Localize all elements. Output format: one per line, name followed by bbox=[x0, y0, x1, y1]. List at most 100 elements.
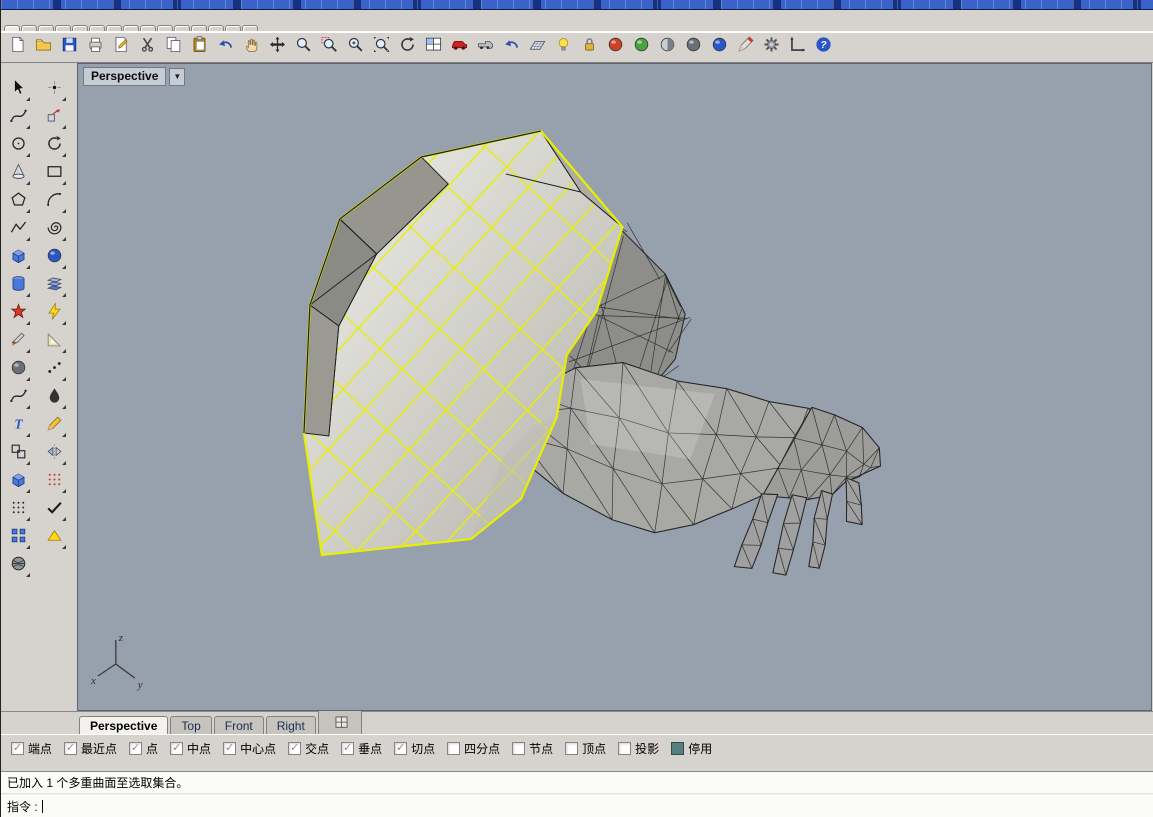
knife-button[interactable] bbox=[4, 329, 32, 355]
viewport-tab[interactable]: Top bbox=[170, 716, 211, 734]
osnap-checkbox[interactable] bbox=[671, 742, 684, 755]
viewport-title-label[interactable]: Perspective bbox=[83, 67, 166, 86]
point-button[interactable] bbox=[40, 77, 68, 103]
osnap-checkbox[interactable] bbox=[223, 742, 236, 755]
padlock-button[interactable] bbox=[577, 35, 602, 60]
corner-ruler-button[interactable] bbox=[785, 35, 810, 60]
cut-button[interactable] bbox=[135, 35, 160, 60]
print-button[interactable] bbox=[83, 35, 108, 60]
osnap-toggle[interactable]: 端点 bbox=[11, 740, 52, 757]
red-sphere-button[interactable] bbox=[603, 35, 628, 60]
osnap-checkbox[interactable] bbox=[618, 742, 631, 755]
zoom-target-button[interactable] bbox=[343, 35, 368, 60]
viewport-tab[interactable]: Front bbox=[214, 716, 264, 734]
dark-sphere-button[interactable] bbox=[681, 35, 706, 60]
zoom-window-button[interactable] bbox=[317, 35, 342, 60]
copy-button[interactable] bbox=[161, 35, 186, 60]
toolbar-tab[interactable] bbox=[89, 25, 105, 31]
move-box-button[interactable] bbox=[40, 105, 68, 131]
pan-hand-button[interactable] bbox=[239, 35, 264, 60]
array-button[interactable] bbox=[4, 525, 32, 551]
toolbar-tab[interactable] bbox=[140, 25, 156, 31]
osnap-toggle[interactable]: 四分点 bbox=[447, 740, 500, 757]
osnap-toggle[interactable]: 切点 bbox=[394, 740, 435, 757]
viewport-tab[interactable]: Right bbox=[266, 716, 316, 734]
osnap-checkbox[interactable] bbox=[288, 742, 301, 755]
osnap-checkbox[interactable] bbox=[129, 742, 142, 755]
osnap-toggle[interactable]: 垂点 bbox=[341, 740, 382, 757]
menu-bar-clipped[interactable] bbox=[1, 0, 1153, 10]
toolbar-tab[interactable] bbox=[55, 25, 71, 31]
osnap-toggle[interactable]: 中点 bbox=[170, 740, 211, 757]
command-input-line[interactable]: 指令 : bbox=[1, 794, 1153, 817]
osnap-toggle[interactable]: 交点 bbox=[288, 740, 329, 757]
red-grid-button[interactable] bbox=[40, 469, 68, 495]
toolbar-tab[interactable] bbox=[106, 25, 122, 31]
polyline-button[interactable] bbox=[4, 217, 32, 243]
cylinder-button[interactable] bbox=[4, 273, 32, 299]
blue-sphere-button[interactable] bbox=[707, 35, 732, 60]
lightning-button[interactable] bbox=[40, 301, 68, 327]
rotate-view-button[interactable] bbox=[395, 35, 420, 60]
dark-sphere-button[interactable] bbox=[4, 357, 32, 383]
question-button[interactable]: ? bbox=[811, 35, 836, 60]
star-button[interactable] bbox=[4, 301, 32, 327]
toolbar-tab[interactable] bbox=[242, 25, 258, 31]
text-button[interactable]: T bbox=[4, 413, 32, 439]
cursor-button[interactable] bbox=[4, 77, 32, 103]
osnap-checkbox[interactable] bbox=[170, 742, 183, 755]
undo-view-button[interactable] bbox=[499, 35, 524, 60]
polygon-button[interactable] bbox=[4, 189, 32, 215]
rotate-button[interactable] bbox=[40, 133, 68, 159]
pencil-page-button[interactable] bbox=[109, 35, 134, 60]
osnap-toggle[interactable]: 中心点 bbox=[223, 740, 276, 757]
osnap-toggle[interactable]: 最近点 bbox=[64, 740, 117, 757]
circle-button[interactable] bbox=[4, 133, 32, 159]
osnap-checkbox[interactable] bbox=[341, 742, 354, 755]
arc-button[interactable] bbox=[40, 189, 68, 215]
cplane-grid-button[interactable] bbox=[525, 35, 550, 60]
open-folder-button[interactable] bbox=[31, 35, 56, 60]
half-sphere-button[interactable] bbox=[655, 35, 680, 60]
control-curve-button[interactable] bbox=[4, 105, 32, 131]
paste-button[interactable] bbox=[187, 35, 212, 60]
toolbar-tab[interactable] bbox=[38, 25, 54, 31]
toolbar-tab[interactable] bbox=[191, 25, 207, 31]
osnap-toggle[interactable]: 停用 bbox=[671, 740, 712, 757]
viewport-tab[interactable] bbox=[318, 709, 362, 734]
toolbar-tab[interactable] bbox=[157, 25, 173, 31]
viewport-tab[interactable]: Perspective bbox=[79, 716, 168, 734]
three-dots-button[interactable] bbox=[40, 357, 68, 383]
mirror-button[interactable] bbox=[40, 441, 68, 467]
drop-button[interactable] bbox=[40, 385, 68, 411]
surface-cube-button[interactable] bbox=[4, 469, 32, 495]
perspective-viewport[interactable]: Perspective ▼ zxy bbox=[77, 63, 1152, 711]
green-sphere-button[interactable] bbox=[629, 35, 654, 60]
osnap-toggle[interactable]: 投影 bbox=[618, 740, 659, 757]
cube-button[interactable] bbox=[4, 245, 32, 271]
toolbar-tab[interactable] bbox=[123, 25, 139, 31]
gray-truck-button[interactable] bbox=[473, 35, 498, 60]
cone-button[interactable] bbox=[4, 161, 32, 187]
osnap-checkbox[interactable] bbox=[11, 742, 24, 755]
osnap-checkbox[interactable] bbox=[512, 742, 525, 755]
gear-button[interactable] bbox=[759, 35, 784, 60]
group-button[interactable] bbox=[4, 441, 32, 467]
osnap-checkbox[interactable] bbox=[447, 742, 460, 755]
red-pen-button[interactable] bbox=[733, 35, 758, 60]
osnap-toggle[interactable]: 顶点 bbox=[565, 740, 606, 757]
bulb-button[interactable] bbox=[551, 35, 576, 60]
move-button[interactable] bbox=[265, 35, 290, 60]
toolbar-tab[interactable] bbox=[4, 25, 20, 31]
red-car-button[interactable] bbox=[447, 35, 472, 60]
hook-curve-button[interactable] bbox=[4, 385, 32, 411]
viewport-title-menu-icon[interactable]: ▼ bbox=[169, 68, 185, 86]
toolbar-tab[interactable] bbox=[72, 25, 88, 31]
check-button[interactable] bbox=[40, 497, 68, 523]
osnap-checkbox[interactable] bbox=[64, 742, 77, 755]
osnap-toggle[interactable]: 节点 bbox=[512, 740, 553, 757]
osnap-toggle[interactable]: 点 bbox=[129, 740, 158, 757]
undo-button[interactable] bbox=[213, 35, 238, 60]
viewport-title[interactable]: Perspective ▼ bbox=[83, 67, 185, 86]
toolbar-tab[interactable] bbox=[208, 25, 224, 31]
